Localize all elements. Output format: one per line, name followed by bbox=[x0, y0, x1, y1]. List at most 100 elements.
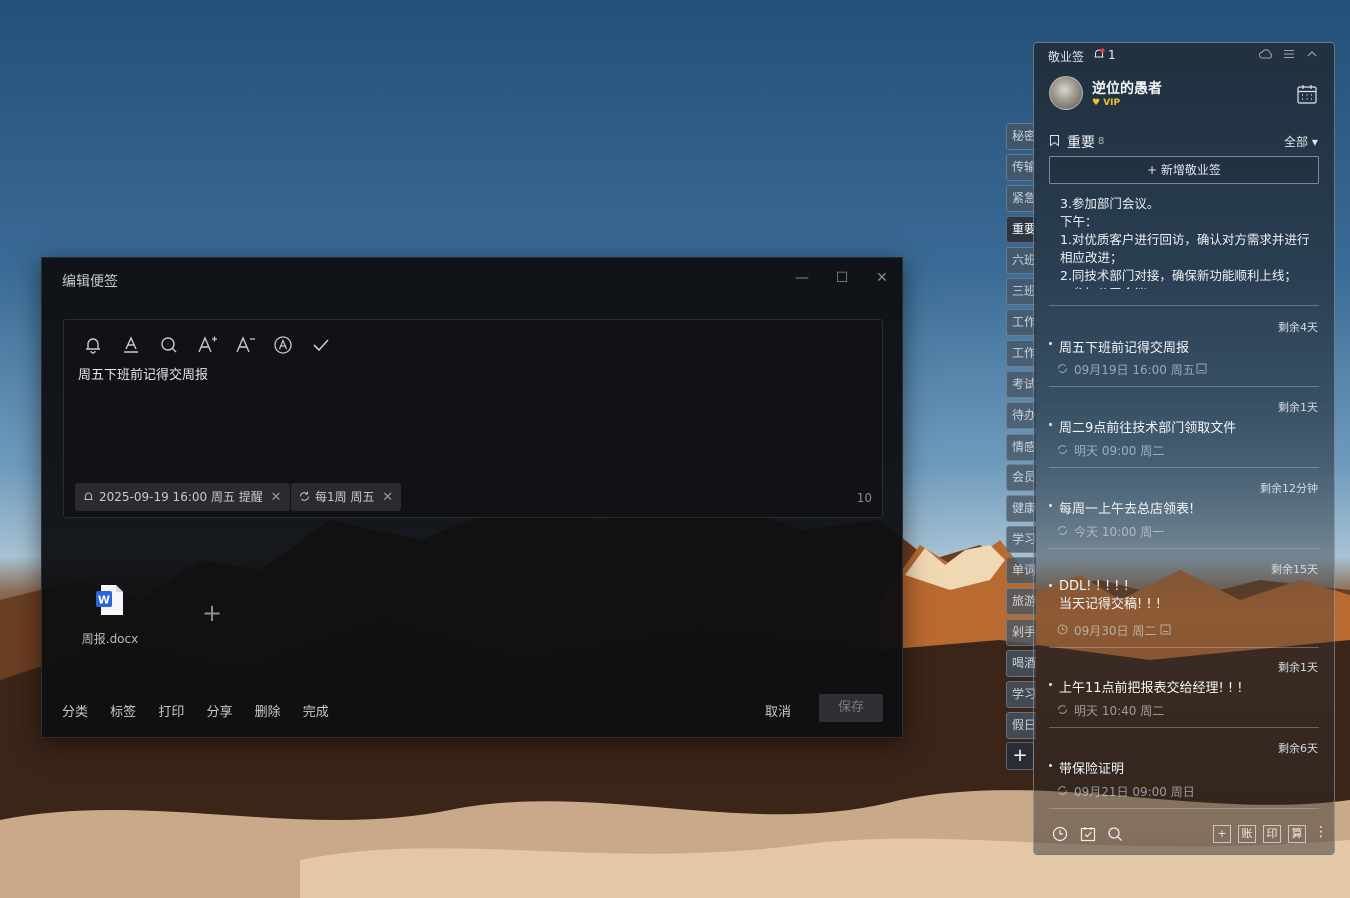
tab-work-2[interactable]: 工作 bbox=[1006, 340, 1036, 367]
more-icon[interactable]: ⋮ bbox=[1314, 824, 1328, 840]
bullet bbox=[1049, 423, 1052, 426]
close-icon[interactable]: ✕ bbox=[874, 270, 890, 286]
note-card-meeting[interactable]: 3.参加部门会议。 下午： 1.对优质客户进行回访，确认对方需求并进行相应改进；… bbox=[1060, 195, 1318, 289]
tab-emotion[interactable]: 情感 bbox=[1006, 434, 1036, 461]
tab-travel[interactable]: 旅游 bbox=[1006, 588, 1036, 615]
tab-class-three[interactable]: 三班 bbox=[1006, 278, 1036, 305]
cloud-sync-icon[interactable] bbox=[1259, 47, 1273, 61]
clock-icon[interactable] bbox=[1051, 825, 1069, 843]
remaining-time: 剩余12分钟 bbox=[1260, 482, 1318, 495]
username[interactable]: 逆位的愚者 bbox=[1092, 78, 1162, 98]
chevron-down-icon: ▾ bbox=[1311, 135, 1318, 149]
tab-transfer[interactable]: 传输 bbox=[1006, 154, 1036, 181]
menu-icon[interactable] bbox=[1282, 47, 1296, 61]
note-title[interactable]: 周二9点前往技术部门领取文件 bbox=[1059, 417, 1236, 436]
divider bbox=[1049, 647, 1319, 648]
bookmark-icon bbox=[1050, 135, 1059, 147]
divider bbox=[1049, 386, 1319, 387]
repeat-chip[interactable]: 每1周 周五 ✕ bbox=[291, 483, 402, 511]
divider bbox=[1049, 727, 1319, 728]
note-time: 明天 09:00 周二 bbox=[1074, 444, 1165, 458]
note-title[interactable]: 每周一上午去总店领表! bbox=[1059, 498, 1194, 517]
collapse-icon[interactable] bbox=[1305, 47, 1319, 61]
filter-dropdown[interactable]: 全部 ▾ bbox=[1284, 133, 1318, 150]
accounting-icon[interactable]: 账 bbox=[1238, 825, 1256, 843]
minimize-icon[interactable]: — bbox=[794, 270, 810, 286]
char-count: 10 bbox=[856, 491, 872, 505]
print-icon[interactable]: 印 bbox=[1263, 825, 1281, 843]
reminder-bell-icon[interactable] bbox=[82, 334, 104, 356]
attachment-file[interactable]: W 周报.docx bbox=[78, 584, 142, 647]
tab-words[interactable]: 单词 bbox=[1006, 557, 1036, 584]
remove-repeat-icon[interactable]: ✕ bbox=[382, 490, 393, 505]
filter-label: 全部 bbox=[1284, 135, 1309, 149]
print-button[interactable]: 打印 bbox=[158, 705, 184, 720]
notification-bell-icon[interactable] bbox=[1092, 47, 1106, 61]
note-editor[interactable]: 周五下班前记得交周报 2025-09-19 16:00 周五 提醒 ✕ 每1周 … bbox=[63, 319, 883, 518]
text-format-icon[interactable] bbox=[272, 334, 294, 356]
tab-urgent[interactable]: 紧急 bbox=[1006, 185, 1036, 212]
note-title[interactable]: 周五下班前记得交周报 bbox=[1059, 337, 1189, 356]
checklist-icon[interactable] bbox=[1079, 825, 1097, 843]
tag-button[interactable]: 标签 bbox=[110, 705, 136, 720]
checkmark-icon[interactable] bbox=[310, 334, 332, 356]
section-label: 重要 bbox=[1067, 135, 1095, 151]
repeat-icon bbox=[300, 491, 309, 501]
search-icon[interactable] bbox=[1106, 825, 1124, 843]
note-time: 09月21日 09:00 周日 bbox=[1074, 785, 1195, 799]
note-time: 09月30日 周二 bbox=[1074, 624, 1157, 638]
delete-button[interactable]: 删除 bbox=[255, 705, 281, 720]
window-titlebar: 编辑便签 — ☐ ✕ bbox=[42, 258, 902, 300]
repeat-icon bbox=[1058, 445, 1067, 454]
tab-drinking[interactable]: 喝酒 bbox=[1006, 650, 1036, 677]
complete-button[interactable]: 完成 bbox=[303, 705, 329, 720]
cancel-button[interactable]: 取消 bbox=[765, 701, 791, 720]
remaining-time: 剩余1天 bbox=[1278, 661, 1318, 674]
tab-work[interactable]: 工作 bbox=[1006, 309, 1036, 336]
repeat-icon bbox=[1058, 364, 1067, 373]
note-title[interactable]: 上午11点前把报表交给经理! ! ! bbox=[1059, 677, 1242, 696]
note-content[interactable]: 周五下班前记得交周报 bbox=[78, 364, 208, 383]
add-category-button[interactable]: + bbox=[1006, 742, 1034, 770]
tab-class-six[interactable]: 六班 bbox=[1006, 247, 1036, 274]
app-title: 敬业签 bbox=[1048, 50, 1085, 64]
increase-font-icon[interactable] bbox=[196, 334, 218, 356]
tab-shopping[interactable]: 剁手 bbox=[1006, 619, 1036, 646]
divider bbox=[1049, 305, 1319, 306]
add-attachment-icon[interactable]: + bbox=[202, 601, 222, 625]
repeat-chip-label: 每1周 周五 bbox=[315, 490, 375, 504]
save-button[interactable]: 保存 bbox=[819, 694, 883, 722]
new-note-label: 新增敬业签 bbox=[1160, 163, 1221, 177]
new-note-button[interactable]: + 新增敬业签 bbox=[1049, 156, 1319, 184]
note-title[interactable]: DDL! ! ! ! ! 当天记得交稿! ! ! bbox=[1059, 578, 1161, 614]
tab-study-2[interactable]: 学习 bbox=[1006, 681, 1036, 708]
calculator-icon[interactable]: 算 bbox=[1288, 825, 1306, 843]
share-button[interactable]: 分享 bbox=[206, 705, 232, 720]
reminder-chip[interactable]: 2025-09-19 16:00 周五 提醒 ✕ bbox=[75, 483, 290, 511]
calendar-icon[interactable] bbox=[1296, 83, 1318, 105]
tab-important[interactable]: 重要 bbox=[1006, 216, 1036, 243]
category-button[interactable]: 分类 bbox=[62, 705, 88, 720]
reminder-chip-label: 2025-09-19 16:00 周五 提醒 bbox=[99, 490, 263, 504]
tab-health[interactable]: 健康 bbox=[1006, 495, 1036, 522]
add-icon[interactable]: + bbox=[1213, 825, 1231, 843]
avatar[interactable] bbox=[1049, 76, 1083, 110]
tab-exam[interactable]: 考试 bbox=[1006, 371, 1036, 398]
font-color-icon[interactable] bbox=[120, 334, 142, 356]
remove-reminder-icon[interactable]: ✕ bbox=[271, 490, 282, 505]
search-icon[interactable] bbox=[158, 334, 180, 356]
decrease-font-icon[interactable] bbox=[234, 334, 256, 356]
edit-note-window: 编辑便签 — ☐ ✕ 周五下班前记得交周报 2025-09-19 16:00 周… bbox=[41, 257, 903, 738]
bullet bbox=[1049, 683, 1052, 686]
maximize-icon[interactable]: ☐ bbox=[834, 270, 850, 286]
note-title[interactable]: 带保险证明 bbox=[1059, 758, 1124, 777]
tab-study[interactable]: 学习 bbox=[1006, 526, 1036, 553]
tab-todo[interactable]: 待办 bbox=[1006, 402, 1036, 429]
svg-text:W: W bbox=[98, 594, 110, 607]
tab-secret[interactable]: 秘密 bbox=[1006, 123, 1036, 150]
note-time: 今天 10:00 周一 bbox=[1074, 525, 1165, 539]
tab-holiday[interactable]: 假日 bbox=[1006, 712, 1036, 739]
bullet bbox=[1049, 342, 1052, 345]
vip-label: VIP bbox=[1103, 98, 1121, 108]
tab-member[interactable]: 会员 bbox=[1006, 464, 1036, 491]
